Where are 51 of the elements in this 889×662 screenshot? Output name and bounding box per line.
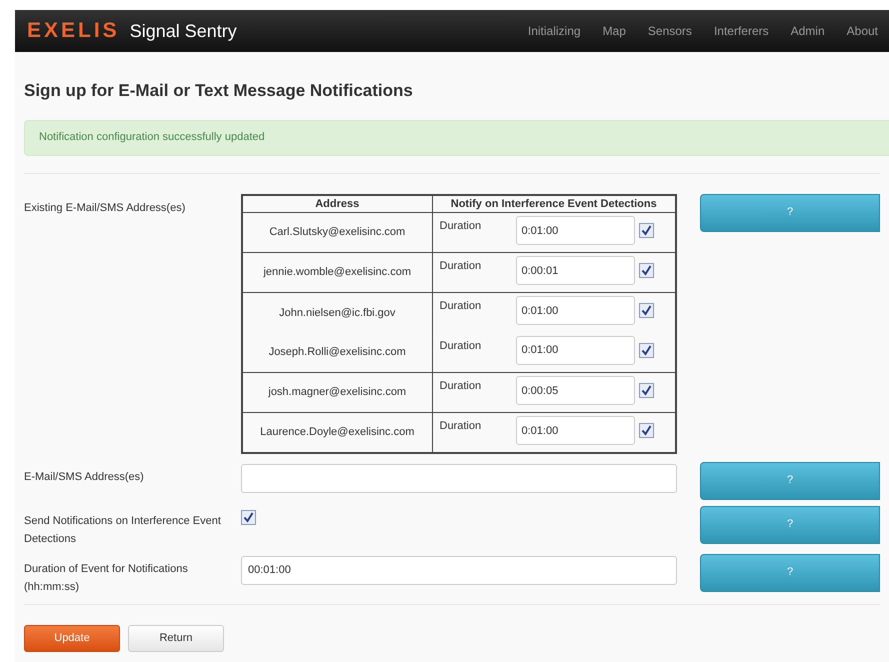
duration-field[interactable]: 0:00:05 xyxy=(516,376,634,405)
field-label: Duration of Event for Notifications (hh:mm:ss) xyxy=(24,562,189,594)
checkbox[interactable] xyxy=(638,342,654,358)
checkbox[interactable] xyxy=(241,510,256,524)
nav-link[interactable]: About xyxy=(836,22,889,40)
address-cell: josh.magner@exelisinc.com xyxy=(242,372,432,412)
checkmark-icon xyxy=(243,512,254,522)
duration-label: Duration xyxy=(440,299,482,314)
duration-field[interactable]: 0:01:00 xyxy=(516,216,634,245)
field-label: E-Mail/SMS Address(es) xyxy=(24,470,145,484)
nav-link[interactable]: Admin xyxy=(780,22,836,40)
duration-label: Duration xyxy=(440,219,482,234)
checkbox[interactable] xyxy=(638,423,654,438)
checkbox[interactable] xyxy=(638,223,654,238)
duration-label: Duration xyxy=(440,419,482,434)
checkmark-icon xyxy=(640,385,652,396)
nav-link[interactable]: Initializing xyxy=(516,22,592,40)
duration-label: Duration xyxy=(440,379,482,394)
checkmark-icon xyxy=(640,344,652,356)
checkbox[interactable] xyxy=(638,263,654,278)
checkbox[interactable] xyxy=(638,303,654,318)
address-cell: Laurence.Doyle@exelisinc.com xyxy=(242,412,432,452)
duration-field[interactable]: 0:01:00 xyxy=(516,336,634,364)
nav-link[interactable]: Sensors xyxy=(636,22,703,40)
page-title: Sign up for E-Mail or Text Message Notifications xyxy=(24,80,414,102)
address-cell: jennie.womble@exelisinc.com xyxy=(242,252,432,292)
text-field[interactable]: 00:01:00 xyxy=(241,556,677,584)
address-cell: Carl.Slutsky@exelisinc.com xyxy=(242,212,432,252)
checkbox[interactable] xyxy=(638,383,654,398)
column-header: Address xyxy=(242,194,432,212)
checkmark-icon xyxy=(640,305,652,316)
checkmark-icon xyxy=(640,265,652,276)
logo: EXELIS xyxy=(27,18,120,44)
nav-link[interactable]: Map xyxy=(592,22,637,40)
duration-field[interactable]: 0:01:00 xyxy=(516,416,634,445)
return-button[interactable]: Return xyxy=(128,624,224,652)
duration-field[interactable]: 0:01:00 xyxy=(516,296,634,325)
checkmark-icon xyxy=(640,425,652,436)
field-label: Send Notifications on Interference Event Detections xyxy=(24,514,222,546)
address-cell: John.nielsen@ic.fbi.gov xyxy=(242,292,432,332)
checkmark-icon xyxy=(640,225,652,236)
address-cell: Joseph.Rolli@exelisinc.com xyxy=(242,332,432,372)
success-alert: Notification configuration successfully updated xyxy=(24,120,889,156)
app-name: Signal Sentry xyxy=(130,20,237,43)
update-button[interactable]: Update xyxy=(24,624,120,652)
duration-label: Duration xyxy=(440,338,482,354)
field-label: Existing E-Mail/SMS Address(es) xyxy=(24,200,186,216)
text-field[interactable] xyxy=(241,464,677,492)
duration-field[interactable]: 0:00:01 xyxy=(516,256,634,285)
nav-link[interactable]: Interferers xyxy=(702,22,780,40)
duration-label: Duration xyxy=(440,259,482,274)
